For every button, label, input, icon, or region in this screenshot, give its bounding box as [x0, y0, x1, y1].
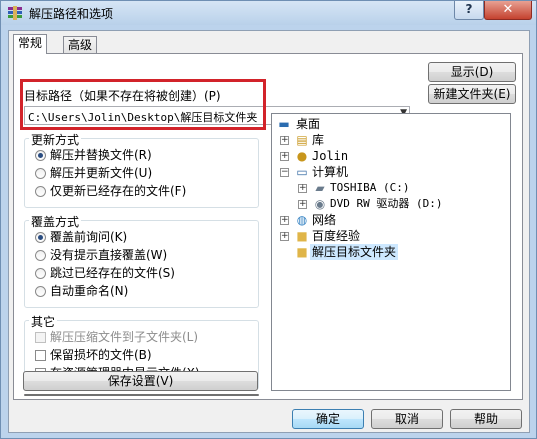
update-option-update[interactable]: 解压并更新文件(U) [35, 166, 152, 182]
close-button[interactable]: ✕ [484, 1, 532, 20]
computer-icon: ▭ [296, 165, 308, 179]
update-mode-group: 更新方式 解压并替换文件(R) 解压并更新文件(U) 仅更新已经存在的文件(F) [24, 131, 259, 208]
update-option-replace[interactable]: 解压并替换文件(R) [35, 148, 152, 164]
option-label: 仅更新已经存在的文件(F) [50, 184, 187, 198]
show-button[interactable]: 显示(D) [428, 62, 516, 82]
spacer [24, 394, 259, 396]
title-bar[interactable]: 解压路径和选项 ? ✕ [1, 1, 536, 25]
misc-option-keep-broken[interactable]: 保留损坏的文件(B) [35, 348, 152, 364]
overwrite-option-rename[interactable]: 自动重命名(N) [35, 284, 128, 300]
option-label: 保留损坏的文件(B) [50, 348, 152, 362]
expand-plus-icon[interactable]: + [280, 232, 289, 241]
overwrite-option-skip[interactable]: 跳过已经存在的文件(S) [35, 266, 175, 282]
option-label: 跳过已经存在的文件(S) [50, 266, 175, 280]
option-label: 没有提示直接覆盖(W) [50, 248, 168, 262]
new-folder-button[interactable]: 新建文件夹(E) [428, 84, 516, 104]
radio-icon[interactable] [35, 168, 46, 179]
tree-node-label: 计算机 [312, 165, 349, 179]
expand-plus-icon[interactable]: + [280, 216, 289, 225]
checkbox-icon[interactable] [35, 350, 46, 361]
dvd-drive-icon: ◉ [314, 197, 326, 211]
expand-plus-icon[interactable]: + [280, 136, 289, 145]
tree-node-label: 库 [312, 133, 325, 147]
window-title: 解压路径和选项 [29, 7, 114, 21]
desktop-icon: ▬ [278, 117, 290, 131]
option-label: 解压压缩文件到子文件夹(L) [50, 330, 199, 344]
library-icon: ▤ [296, 133, 308, 147]
radio-icon[interactable] [35, 186, 46, 197]
overwrite-option-ask[interactable]: 覆盖前询问(K) [35, 230, 127, 246]
collapse-minus-icon[interactable]: − [280, 168, 289, 177]
update-mode-title: 更新方式 [29, 131, 82, 148]
user-icon: ● [296, 149, 308, 163]
network-icon: ◍ [296, 213, 308, 227]
expand-plus-icon[interactable]: + [298, 200, 307, 209]
cancel-button[interactable]: 取消 [371, 409, 443, 429]
help-title-button[interactable]: ? [454, 1, 484, 20]
option-label: 解压并更新文件(U) [50, 166, 153, 180]
folder-tree[interactable]: ▬ 桌面 + ▤ 库 + ● Jolin − ▭ 计算机 + ▰ TOSHIBA [271, 113, 511, 391]
checkbox-icon [35, 332, 46, 343]
tree-node-label: DVD RW 驱动器 (D:) [330, 197, 443, 210]
option-label: 覆盖前询问(K) [50, 230, 128, 244]
dialog-client: 常规 高级 目标路径（如果不存在将被创建）(P) C:\Users\Jolin\… [8, 30, 530, 433]
radio-checked-icon[interactable] [35, 150, 46, 161]
tab-advanced[interactable]: 高级 [63, 36, 98, 54]
option-label: 自动重命名(N) [50, 284, 129, 298]
tree-node-label-selected: 解压目标文件夹 [310, 244, 399, 260]
option-label: 解压并替换文件(R) [50, 148, 152, 162]
help-button[interactable]: 帮助 [450, 409, 522, 429]
drive-icon: ▰ [315, 181, 325, 195]
save-settings-button[interactable]: 保存设置(V) [23, 371, 258, 391]
radio-checked-icon[interactable] [35, 232, 46, 243]
winrar-icon [8, 6, 22, 20]
ok-button[interactable]: 确定 [292, 409, 364, 429]
extract-dialog-window: 解压路径和选项 ? ✕ 常规 高级 目标路径（如果不存在将被创建）(P) C:\… [0, 0, 537, 439]
tree-node-label: TOSHIBA (C:) [330, 181, 410, 194]
radio-icon[interactable] [35, 268, 46, 279]
overwrite-mode-group: 覆盖方式 覆盖前询问(K) 没有提示直接覆盖(W) 跳过已经存在的文件(S) 自… [24, 213, 259, 308]
tree-node-label: 网络 [312, 213, 337, 227]
overwrite-mode-title: 覆盖方式 [29, 213, 82, 230]
overwrite-option-no-prompt[interactable]: 没有提示直接覆盖(W) [35, 248, 167, 264]
radio-icon[interactable] [35, 250, 46, 261]
tree-node-label: 桌面 [296, 117, 321, 131]
update-option-existing-only[interactable]: 仅更新已经存在的文件(F) [35, 184, 186, 200]
tab-general[interactable]: 常规 [13, 34, 48, 54]
annotation-highlight-box [20, 79, 266, 130]
tree-node-label: Jolin [312, 149, 349, 163]
expand-plus-icon[interactable]: + [298, 184, 307, 193]
misc-option-subfolder: 解压压缩文件到子文件夹(L) [35, 330, 198, 346]
expand-plus-icon[interactable]: + [280, 152, 289, 161]
misc-title: 其它 [29, 313, 58, 330]
tree-node-label: 百度经验 [312, 229, 361, 243]
folder-icon: ■ [296, 245, 308, 259]
folder-icon: ■ [296, 229, 308, 243]
radio-icon[interactable] [35, 286, 46, 297]
